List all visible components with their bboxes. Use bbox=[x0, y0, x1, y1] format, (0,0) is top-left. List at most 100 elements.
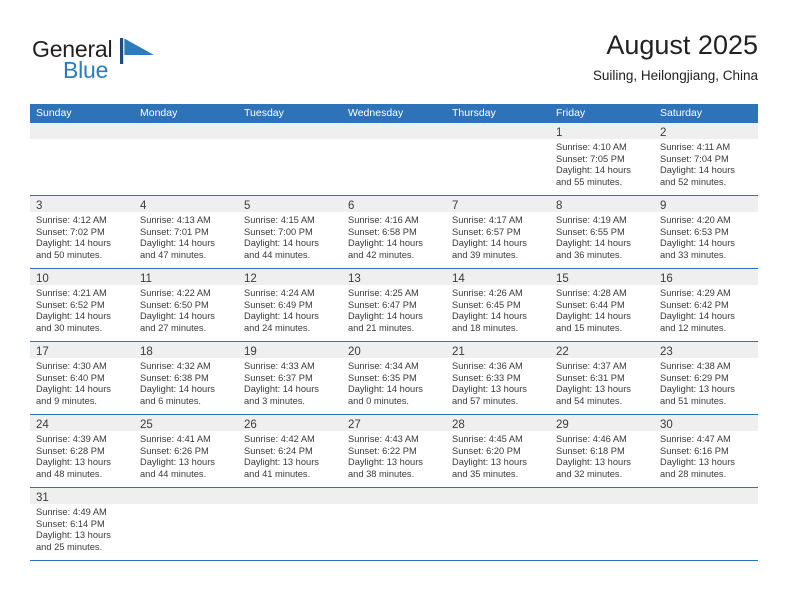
day-cell-23[interactable]: 23 Sunrise: 4:38 AM Sunset: 6:29 PM Dayligh… bbox=[654, 342, 758, 414]
day-number-band bbox=[550, 488, 654, 504]
day-cell-15[interactable]: 15 Sunrise: 4:28 AM Sunset: 6:44 PM Dayligh… bbox=[550, 269, 654, 341]
weekday-header-row: Sunday Monday Tuesday Wednesday Thursday Frid… bbox=[30, 104, 758, 123]
daylight-text-cont: and 24 minutes. bbox=[244, 322, 311, 333]
sunrise-text: Sunrise: 4:21 AM bbox=[36, 288, 107, 298]
daylight-text-cont: and 9 minutes. bbox=[36, 395, 97, 406]
calendar-body: 1 Sunrise: 4:10 AM Sunset: 7:05 PM Daylight… bbox=[30, 123, 758, 560]
daylight-text: Daylight: 14 hours bbox=[556, 238, 631, 249]
day-sun-info: Sunrise: 4:20 AM Sunset: 6:53 PM Daylight:… bbox=[654, 212, 758, 265]
day-cell-empty bbox=[342, 123, 446, 195]
day-number: 11 bbox=[140, 273, 152, 285]
day-cell-12[interactable]: 12 Sunrise: 4:24 AM Sunset: 6:49 PM Dayligh… bbox=[238, 269, 342, 341]
day-cell-empty bbox=[30, 123, 134, 195]
sunset-text: Sunset: 6:38 PM bbox=[140, 372, 209, 383]
day-cell-11[interactable]: 11 Sunrise: 4:22 AM Sunset: 6:50 PM Dayligh… bbox=[134, 269, 238, 341]
day-cell-empty bbox=[550, 488, 654, 560]
day-cell-26[interactable]: 26 Sunrise: 4:42 AM Sunset: 6:24 PM Dayligh… bbox=[238, 415, 342, 487]
day-cell-14[interactable]: 14 Sunrise: 4:26 AM Sunset: 6:45 PM Dayligh… bbox=[446, 269, 550, 341]
day-number: 5 bbox=[244, 200, 251, 212]
general-blue-logo[interactable]: General Blue bbox=[32, 36, 212, 92]
day-number: 24 bbox=[36, 419, 49, 431]
day-number-band: 11 bbox=[134, 269, 238, 285]
day-number-band: 14 bbox=[446, 269, 550, 285]
day-number: 28 bbox=[452, 419, 465, 431]
day-cell-18[interactable]: 18 Sunrise: 4:32 AM Sunset: 6:38 PM Dayligh… bbox=[134, 342, 238, 414]
sunrise-text: Sunrise: 4:17 AM bbox=[452, 215, 523, 225]
daylight-text: Daylight: 13 hours bbox=[348, 457, 423, 468]
day-number: 4 bbox=[140, 200, 147, 212]
day-cell-5[interactable]: 5 Sunrise: 4:15 AM Sunset: 7:00 PM Daylight… bbox=[238, 196, 342, 268]
day-cell-empty bbox=[446, 123, 550, 195]
sunrise-text: Sunrise: 4:28 AM bbox=[556, 288, 627, 298]
daylight-text-cont: and 52 minutes. bbox=[660, 176, 727, 187]
sunrise-text: Sunrise: 4:46 AM bbox=[556, 434, 627, 444]
sunrise-text: Sunrise: 4:47 AM bbox=[660, 434, 731, 444]
daylight-text-cont: and 18 minutes. bbox=[452, 322, 519, 333]
sunrise-text: Sunrise: 4:49 AM bbox=[36, 507, 107, 517]
day-number: 25 bbox=[140, 419, 153, 431]
daylight-text-cont: and 33 minutes. bbox=[660, 249, 727, 260]
logo-text-blue: Blue bbox=[63, 57, 109, 83]
day-cell-22[interactable]: 22 Sunrise: 4:37 AM Sunset: 6:31 PM Dayligh… bbox=[550, 342, 654, 414]
sunset-text: Sunset: 6:20 PM bbox=[452, 445, 521, 456]
day-cell-21[interactable]: 21 Sunrise: 4:36 AM Sunset: 6:33 PM Dayligh… bbox=[446, 342, 550, 414]
day-sun-info: Sunrise: 4:37 AM Sunset: 6:31 PM Daylight:… bbox=[550, 358, 654, 411]
day-sun-info: Sunrise: 4:11 AM Sunset: 7:04 PM Daylight:… bbox=[654, 139, 758, 192]
day-cell-31[interactable]: 31 Sunrise: 4:49 AM Sunset: 6:14 PM Dayligh… bbox=[30, 488, 134, 560]
daylight-text-cont: and 44 minutes. bbox=[244, 249, 311, 260]
day-cell-28[interactable]: 28 Sunrise: 4:45 AM Sunset: 6:20 PM Dayligh… bbox=[446, 415, 550, 487]
sunset-text: Sunset: 6:40 PM bbox=[36, 372, 105, 383]
day-cell-4[interactable]: 4 Sunrise: 4:13 AM Sunset: 7:01 PM Daylight… bbox=[134, 196, 238, 268]
sunset-text: Sunset: 6:42 PM bbox=[660, 299, 729, 310]
day-number: 27 bbox=[348, 419, 361, 431]
day-cell-1[interactable]: 1 Sunrise: 4:10 AM Sunset: 7:05 PM Daylight… bbox=[550, 123, 654, 195]
day-number-band: 6 bbox=[342, 196, 446, 212]
day-number-band: 25 bbox=[134, 415, 238, 431]
day-cell-3[interactable]: 3 Sunrise: 4:12 AM Sunset: 7:02 PM Daylight… bbox=[30, 196, 134, 268]
daylight-text-cont: and 38 minutes. bbox=[348, 468, 415, 479]
daylight-text: Daylight: 14 hours bbox=[452, 311, 527, 322]
day-number: 18 bbox=[140, 346, 153, 358]
day-cell-16[interactable]: 16 Sunrise: 4:29 AM Sunset: 6:42 PM Dayligh… bbox=[654, 269, 758, 341]
day-sun-info: Sunrise: 4:32 AM Sunset: 6:38 PM Daylight:… bbox=[134, 358, 238, 411]
daylight-text-cont: and 47 minutes. bbox=[140, 249, 207, 260]
day-number-band: 9 bbox=[654, 196, 758, 212]
day-sun-info: Sunrise: 4:34 AM Sunset: 6:35 PM Daylight:… bbox=[342, 358, 446, 411]
day-number-band bbox=[134, 488, 238, 504]
day-number: 13 bbox=[348, 273, 361, 285]
day-cell-7[interactable]: 7 Sunrise: 4:17 AM Sunset: 6:57 PM Daylight… bbox=[446, 196, 550, 268]
day-cell-10[interactable]: 10 Sunrise: 4:21 AM Sunset: 6:52 PM Dayligh… bbox=[30, 269, 134, 341]
day-cell-20[interactable]: 20 Sunrise: 4:34 AM Sunset: 6:35 PM Dayligh… bbox=[342, 342, 446, 414]
day-cell-25[interactable]: 25 Sunrise: 4:41 AM Sunset: 6:26 PM Dayligh… bbox=[134, 415, 238, 487]
daylight-text: Daylight: 14 hours bbox=[660, 238, 735, 249]
day-number-band: 1 bbox=[550, 123, 654, 139]
day-cell-24[interactable]: 24 Sunrise: 4:39 AM Sunset: 6:28 PM Dayligh… bbox=[30, 415, 134, 487]
day-number-band: 13 bbox=[342, 269, 446, 285]
day-cell-27[interactable]: 27 Sunrise: 4:43 AM Sunset: 6:22 PM Dayligh… bbox=[342, 415, 446, 487]
sunrise-text: Sunrise: 4:34 AM bbox=[348, 361, 419, 371]
day-number-band: 5 bbox=[238, 196, 342, 212]
daylight-text-cont: and 21 minutes. bbox=[348, 322, 415, 333]
day-sun-info: Sunrise: 4:25 AM Sunset: 6:47 PM Daylight:… bbox=[342, 285, 446, 338]
sunrise-text: Sunrise: 4:33 AM bbox=[244, 361, 315, 371]
sunset-text: Sunset: 6:45 PM bbox=[452, 299, 521, 310]
day-sun-info: Sunrise: 4:42 AM Sunset: 6:24 PM Daylight:… bbox=[238, 431, 342, 484]
day-cell-13[interactable]: 13 Sunrise: 4:25 AM Sunset: 6:47 PM Dayligh… bbox=[342, 269, 446, 341]
day-cell-19[interactable]: 19 Sunrise: 4:33 AM Sunset: 6:37 PM Dayligh… bbox=[238, 342, 342, 414]
day-cell-8[interactable]: 8 Sunrise: 4:19 AM Sunset: 6:55 PM Daylight… bbox=[550, 196, 654, 268]
daylight-text: Daylight: 13 hours bbox=[556, 457, 631, 468]
daylight-text: Daylight: 14 hours bbox=[452, 238, 527, 249]
day-cell-17[interactable]: 17 Sunrise: 4:30 AM Sunset: 6:40 PM Dayligh… bbox=[30, 342, 134, 414]
day-cell-9[interactable]: 9 Sunrise: 4:20 AM Sunset: 6:53 PM Daylight… bbox=[654, 196, 758, 268]
sunset-text: Sunset: 6:49 PM bbox=[244, 299, 313, 310]
day-cell-30[interactable]: 30 Sunrise: 4:47 AM Sunset: 6:16 PM Dayligh… bbox=[654, 415, 758, 487]
sunset-text: Sunset: 6:16 PM bbox=[660, 445, 729, 456]
day-cell-2[interactable]: 2 Sunrise: 4:11 AM Sunset: 7:04 PM Daylight… bbox=[654, 123, 758, 195]
sunset-text: Sunset: 6:31 PM bbox=[556, 372, 625, 383]
day-cell-29[interactable]: 29 Sunrise: 4:46 AM Sunset: 6:18 PM Dayligh… bbox=[550, 415, 654, 487]
daylight-text-cont: and 28 minutes. bbox=[660, 468, 727, 479]
day-cell-6[interactable]: 6 Sunrise: 4:16 AM Sunset: 6:58 PM Daylight… bbox=[342, 196, 446, 268]
day-number-band bbox=[342, 488, 446, 504]
daylight-text-cont: and 27 minutes. bbox=[140, 322, 207, 333]
day-number: 9 bbox=[660, 200, 667, 212]
